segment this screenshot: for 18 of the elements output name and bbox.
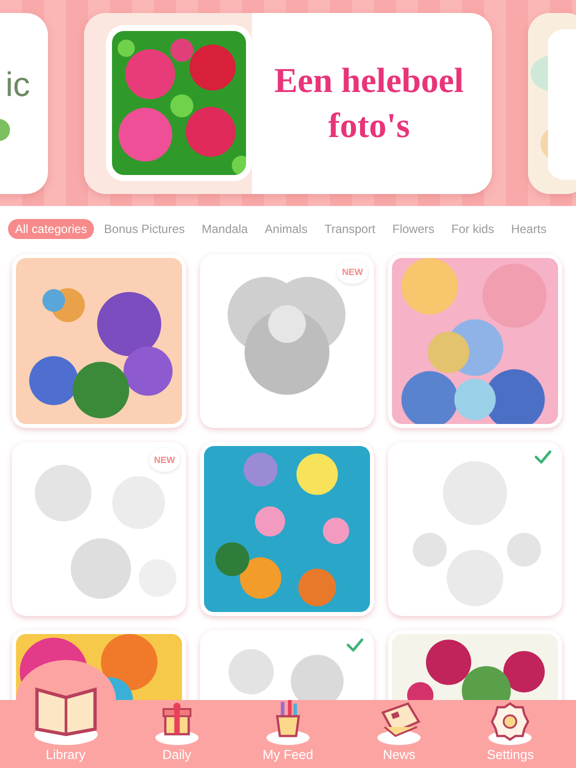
promo-title: Een heleboel foto's xyxy=(273,60,465,147)
category-tab[interactable]: Transport xyxy=(317,219,382,239)
feed-tab[interactable]: My Feed xyxy=(238,700,338,768)
news-tab[interactable]: News xyxy=(349,700,450,768)
picture-card[interactable]: NEW xyxy=(200,254,374,428)
category-tab[interactable]: For kids xyxy=(444,219,502,239)
promo-card[interactable]: ic xyxy=(0,12,48,194)
settings-tab[interactable]: Settings xyxy=(460,700,560,768)
category-tab[interactable]: All categories xyxy=(8,219,94,239)
category-tab[interactable]: Hearts xyxy=(504,219,554,239)
picture-card[interactable]: NEW xyxy=(12,442,186,616)
daily-tab[interactable]: Daily xyxy=(126,700,227,768)
promo-card[interactable]: Een heleboel foto's xyxy=(84,12,492,194)
promo-text: ic xyxy=(5,66,31,104)
category-tab[interactable]: Mandala xyxy=(194,219,255,239)
category-tab[interactable]: Bonus Pictures xyxy=(97,219,192,239)
category-tab[interactable]: Animals xyxy=(258,219,314,239)
category-tab[interactable]: Flowers xyxy=(385,219,442,239)
